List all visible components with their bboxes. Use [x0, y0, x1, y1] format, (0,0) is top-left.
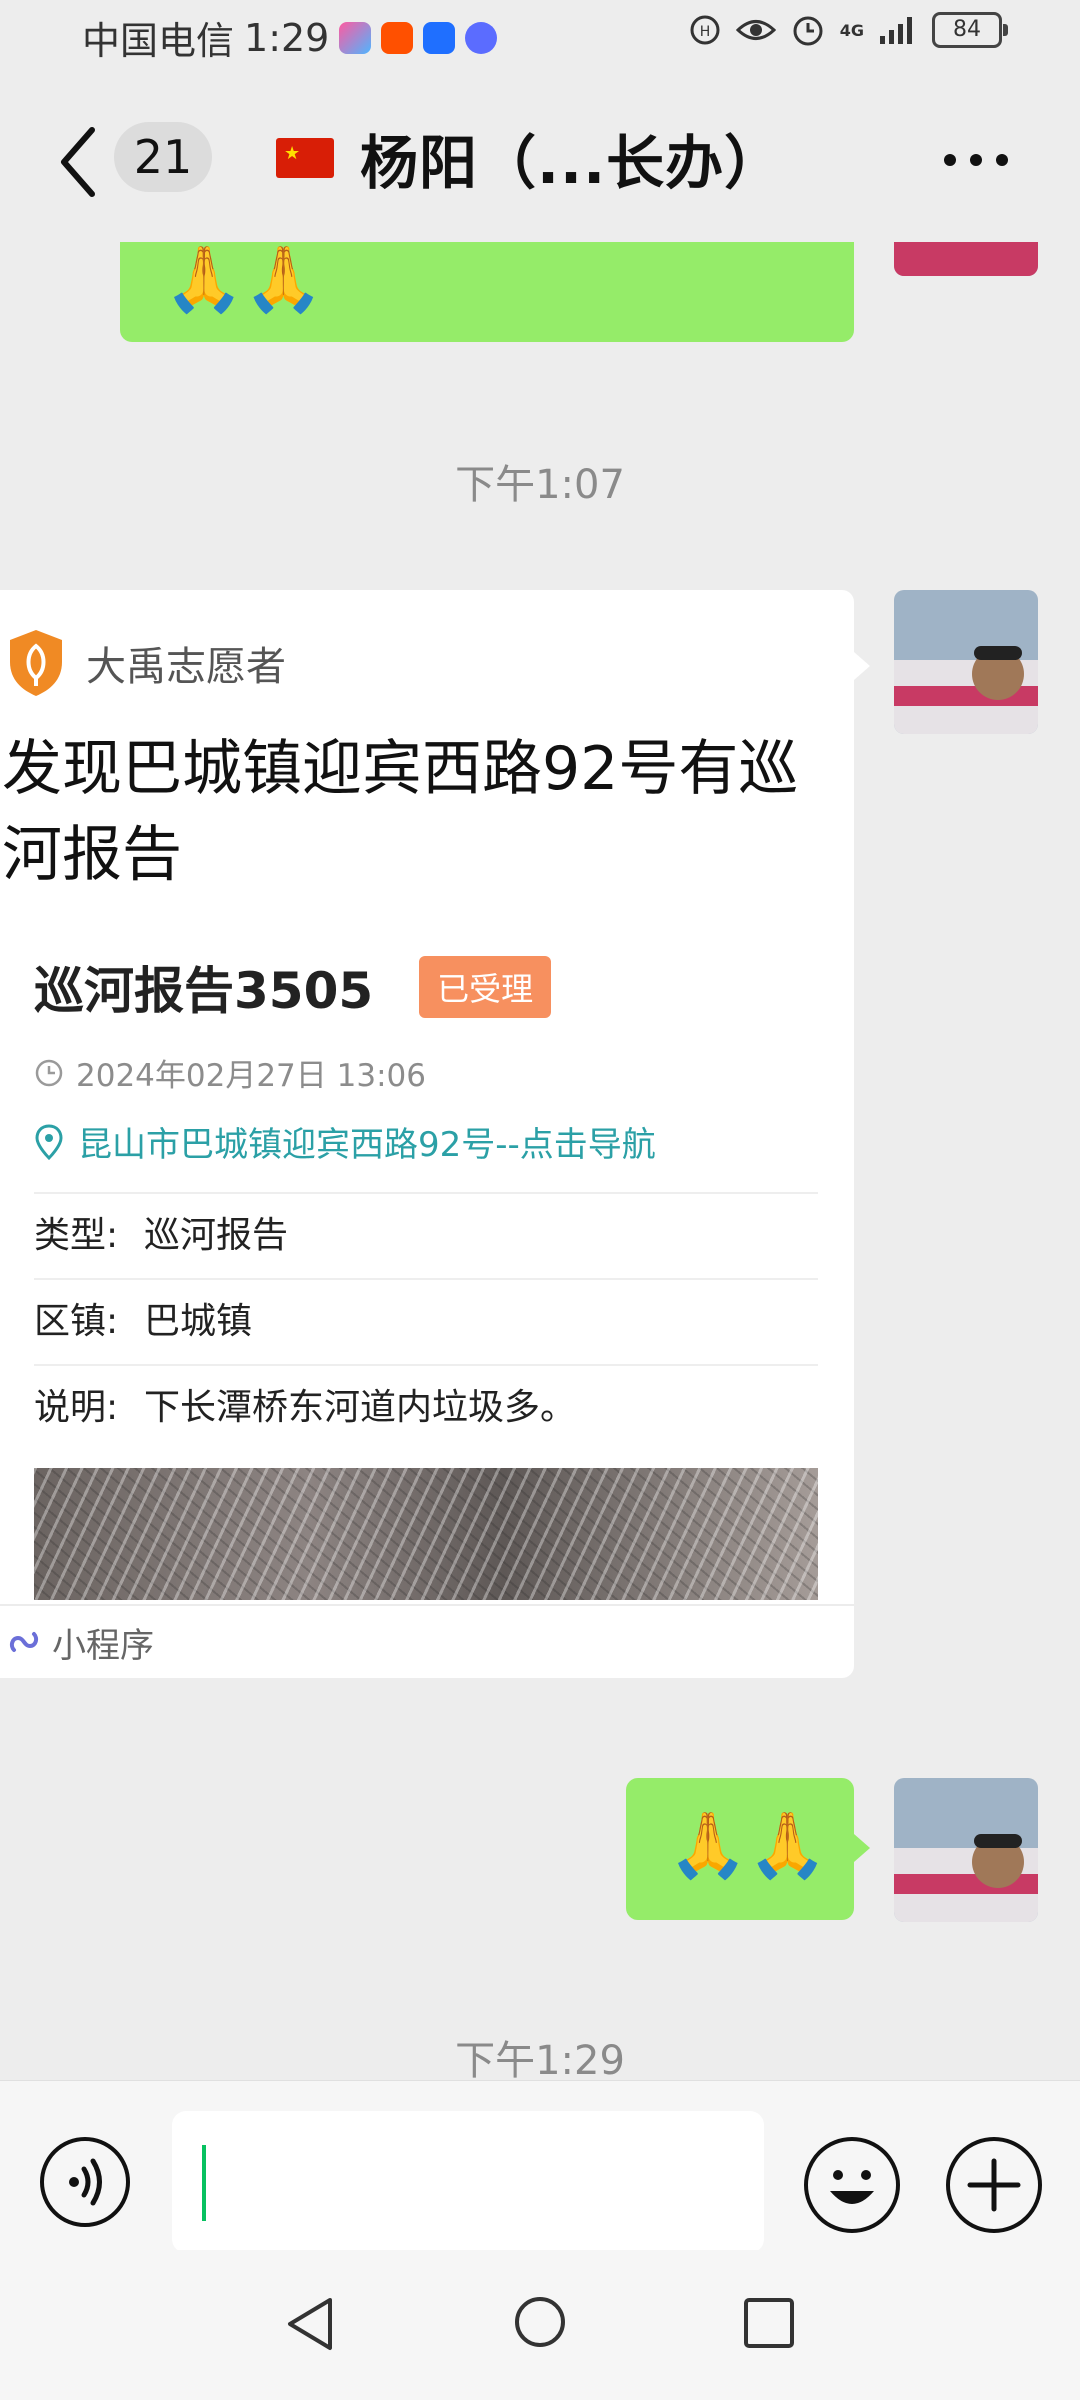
- self-avatar[interactable]: [894, 242, 1038, 276]
- detail-value: 巡河报告: [144, 1215, 289, 1256]
- status-time: 1:29: [244, 15, 330, 60]
- report-title: 巡河报告3505: [34, 962, 374, 1020]
- eye-icon: [735, 20, 776, 40]
- report-details: 类型: 巡河报告 区镇: 巴城镇 说明: 下长潭桥东河道内垃圾多。: [34, 1192, 818, 1450]
- location-pin-icon: [35, 1123, 63, 1160]
- detail-value: 下长潭桥东河道内垃圾多。: [144, 1387, 577, 1428]
- music-app-icon: [465, 21, 498, 54]
- report-detail-row: 区镇: 巴城镇: [34, 1278, 818, 1364]
- report-datetime: 2024年02月27日 13:06: [76, 1058, 426, 1094]
- card-footer: 小程序: [0, 1604, 854, 1678]
- mini-program-card[interactable]: 大禹志愿者 发现巴城镇迎宾西路92号有巡河报告 巡河报告3505 已受理 202…: [0, 590, 854, 1678]
- taobao-icon: [381, 21, 414, 54]
- report-datetime-row: 2024年02月27日 13:06: [34, 1050, 818, 1095]
- message-timestamp: 下午1:29: [455, 2038, 625, 2080]
- china-flag-icon: ★: [276, 138, 334, 178]
- avatar-image: [894, 1778, 1038, 1922]
- detail-value: 巴城镇: [144, 1301, 253, 1342]
- card-tail: [854, 652, 870, 680]
- plus-icon: [967, 2158, 1021, 2212]
- detail-label: 区镇:: [34, 1301, 119, 1342]
- message-text: 🙏🙏: [164, 243, 324, 317]
- report-photo: [34, 1468, 818, 1600]
- text-caret: [202, 2145, 206, 2221]
- self-avatar[interactable]: [894, 590, 1038, 734]
- chevron-left-icon: [61, 127, 95, 197]
- report-detail-row: 说明: 下长潭桥东河道内垃圾多。: [34, 1364, 818, 1450]
- status-left: 中国电信 1:29: [82, 10, 498, 65]
- carrier-name: 中国电信: [82, 19, 235, 63]
- chat-area[interactable]: 🙏🙏 下午1:07 大禹志愿者 发现巴城镇迎宾西路92号有巡河报告 巡河报告35…: [0, 242, 1080, 2080]
- unread-count-badge[interactable]: 21: [114, 122, 212, 192]
- nav-back-icon[interactable]: [282, 2294, 338, 2354]
- chat-title-group: ★ 杨阳（...长办）: [276, 116, 783, 200]
- status-badge: 已受理: [419, 956, 552, 1018]
- more-dot-icon: [970, 154, 982, 166]
- report-location: 昆山市巴城镇迎宾西路92号--点击导航: [78, 1125, 656, 1165]
- nav-recents-icon[interactable]: [742, 2296, 796, 2350]
- back-button[interactable]: [54, 122, 104, 202]
- alarm-icon: [793, 16, 823, 46]
- system-nav-bar: [0, 2250, 1080, 2400]
- bulb-app-icon: [423, 21, 456, 54]
- message-bubble-outgoing[interactable]: 🙏🙏: [120, 242, 854, 342]
- emoji-button[interactable]: [804, 2137, 900, 2233]
- shield-leaf-icon: [10, 630, 62, 696]
- card-source-name: 大禹志愿者: [86, 644, 286, 690]
- more-options-button[interactable]: [944, 154, 1008, 166]
- card-source: 大禹志愿者: [6, 628, 286, 698]
- message-text: 🙏🙏: [668, 1809, 828, 1883]
- card-title: 发现巴城镇迎宾西路92号有巡河报告: [2, 734, 799, 890]
- status-right: H 4G 84: [688, 12, 1008, 48]
- more-dot-icon: [996, 154, 1008, 166]
- notification-app-icon: [339, 21, 372, 54]
- report-preview: 巡河报告3505 已受理 2024年02月27日 13:06 昆山市巴城镇迎宾西…: [34, 952, 818, 1600]
- self-avatar[interactable]: [894, 1778, 1038, 1922]
- report-header: 巡河报告3505 已受理: [34, 952, 818, 1022]
- svg-text:H: H: [699, 24, 710, 40]
- avatar-image: [894, 242, 1038, 276]
- avatar-image: [894, 590, 1038, 734]
- signal-icon: [880, 17, 912, 44]
- network-type: 4G: [839, 20, 864, 40]
- status-bar: 中国电信 1:29 H 4G 84: [0, 0, 1080, 72]
- report-location-row: 昆山市巴城镇迎宾西路92号--点击导航: [34, 1117, 818, 1166]
- mini-program-icon: [9, 1632, 39, 1652]
- message-timestamp: 下午1:07: [455, 462, 625, 508]
- voice-button[interactable]: [40, 2137, 130, 2227]
- clock-icon: [35, 1059, 63, 1086]
- voice-icon: [69, 2158, 102, 2206]
- more-dot-icon: [944, 154, 956, 166]
- nav-home-icon[interactable]: [512, 2294, 568, 2350]
- chat-title: 杨阳（...长办）: [360, 129, 784, 197]
- hd-icon: H: [690, 15, 720, 45]
- chat-header: 21 ★ 杨阳（...长办）: [0, 72, 1080, 242]
- card-footer-label: 小程序: [52, 1625, 154, 1666]
- input-bar: [0, 2080, 1080, 2253]
- battery-indicator: 84: [932, 12, 1008, 48]
- add-button[interactable]: [946, 2137, 1042, 2233]
- message-bubble-outgoing[interactable]: 🙏🙏: [626, 1778, 870, 1920]
- detail-label: 类型:: [34, 1215, 119, 1256]
- message-input[interactable]: [172, 2111, 764, 2253]
- detail-label: 说明:: [34, 1387, 119, 1428]
- smiley-icon: [830, 2170, 874, 2204]
- report-detail-row: 类型: 巡河报告: [34, 1192, 818, 1278]
